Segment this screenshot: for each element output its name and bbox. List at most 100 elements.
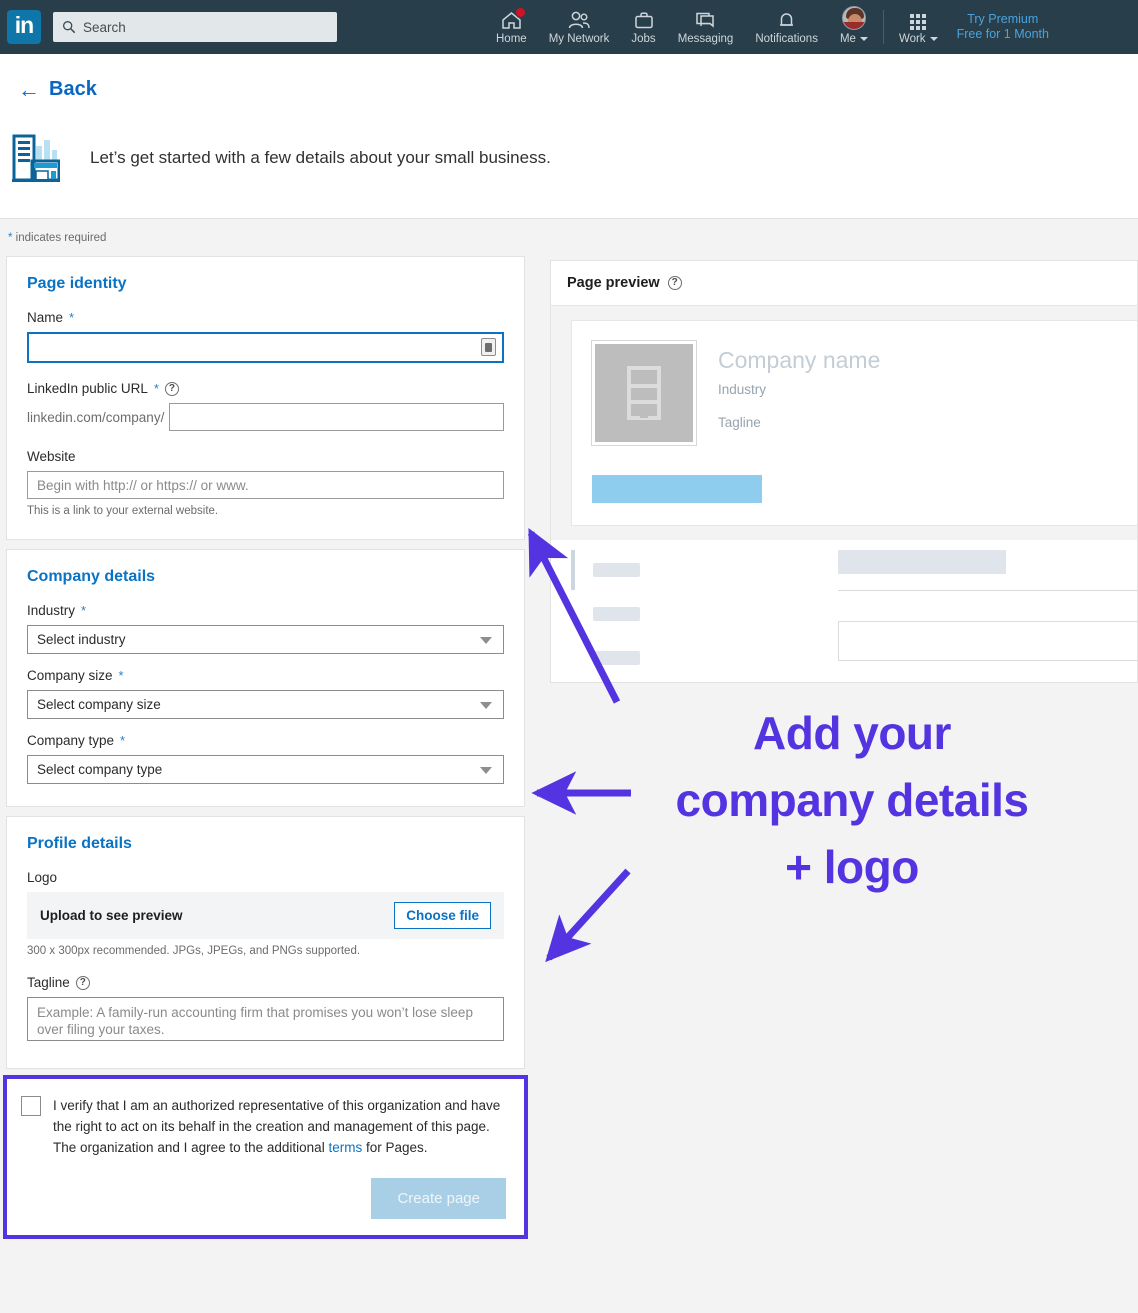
annotation-line-1: Add your <box>753 707 951 759</box>
name-label-text: Name <box>27 310 64 325</box>
chevron-down-icon <box>480 637 492 644</box>
people-icon <box>567 9 591 30</box>
preview-body: Company name Industry Tagline <box>551 306 1137 540</box>
intro-text: Let’s get started with a few details abo… <box>90 148 551 167</box>
nav-item-jobs[interactable]: Jobs <box>620 0 666 54</box>
page-header-band: ← Back Let’s get started with a few deta… <box>0 54 1138 219</box>
nav-divider <box>882 10 884 44</box>
help-icon[interactable]: ? <box>667 276 682 290</box>
url-prefix: linkedin.com/company/ <box>27 409 165 425</box>
nav-item-notifications[interactable]: Notifications <box>744 0 829 54</box>
nav-label-jobs: Jobs <box>631 33 656 45</box>
name-label: Name * <box>27 310 504 325</box>
profile-details-card: Profile details Logo Upload to see previ… <box>6 816 525 1069</box>
nav-label-notifications: Notifications <box>755 33 818 45</box>
tagline-label-text: Tagline <box>27 975 70 990</box>
public-url-label-text: LinkedIn public URL <box>27 381 148 396</box>
premium-line-2: Free for 1 Month <box>956 27 1049 41</box>
website-label-text: Website <box>27 449 76 464</box>
preview-header: Page preview ? <box>551 261 1137 306</box>
back-arrow-icon: ← <box>18 76 40 102</box>
search-box[interactable] <box>53 12 337 42</box>
skeleton-card <box>571 638 816 678</box>
search-input[interactable] <box>83 19 323 35</box>
page-identity-title: Page identity <box>27 275 127 292</box>
skeleton-bar <box>837 550 1006 574</box>
preview-company-card: Company name Industry Tagline <box>571 320 1137 526</box>
nav-item-home[interactable]: Home <box>485 0 538 54</box>
form-column: Page identity Name * LinkedIn public URL… <box>3 256 528 1239</box>
tagline-input[interactable] <box>27 997 504 1041</box>
linkedin-create-page-screen: in Home <box>0 0 1138 1313</box>
intro-row: Let’s get started with a few details abo… <box>12 132 551 184</box>
url-required-star: * <box>153 381 159 396</box>
verification-section: I verify that I am an authorized represe… <box>3 1075 528 1239</box>
annotation-text: Add your company details + logo <box>612 700 1092 901</box>
help-icon[interactable]: ? <box>75 975 90 990</box>
industry-label: Industry * <box>27 603 504 618</box>
skeleton-divider <box>837 590 1137 591</box>
preview-button-placeholder <box>592 475 762 503</box>
website-input[interactable] <box>27 471 504 499</box>
chevron-down-icon <box>480 767 492 774</box>
premium-line-1: Try Premium <box>967 12 1039 26</box>
industry-select[interactable]: Select industry <box>27 625 504 654</box>
nav-label-my-network: My Network <box>548 33 610 45</box>
logo-help-text: 300 x 300px recommended. JPGs, JPEGs, an… <box>27 945 361 957</box>
nav-label-home: Home <box>496 33 527 45</box>
annotation-line-2: company details <box>675 774 1029 826</box>
avatar <box>841 6 866 30</box>
nav-item-work[interactable]: Work <box>888 0 949 54</box>
skeleton-right-column <box>837 550 1137 682</box>
company-size-select[interactable]: Select company size <box>27 690 504 719</box>
company-size-label-text: Company size <box>27 668 113 683</box>
skeleton-card <box>571 550 816 590</box>
bell-icon <box>777 9 796 30</box>
preview-title: Page preview <box>567 275 660 291</box>
public-url-label: LinkedIn public URL * ? <box>27 381 504 396</box>
company-type-label: Company type * <box>27 733 504 748</box>
industry-required-star: * <box>81 603 87 618</box>
page-identity-card: Page identity Name * LinkedIn public URL… <box>6 256 525 540</box>
choose-file-button[interactable]: Choose file <box>394 902 491 929</box>
verification-checkbox[interactable] <box>21 1096 41 1116</box>
verification-text: I verify that I am an authorized represe… <box>53 1095 506 1158</box>
verification-text-part1: I verify that I am an authorized represe… <box>53 1098 501 1155</box>
company-size-select-value: Select company size <box>37 697 161 712</box>
preview-industry: Industry <box>718 382 767 397</box>
small-business-icon <box>12 134 60 182</box>
nav-item-me[interactable]: Me <box>829 0 879 54</box>
verification-text-part2: for Pages. <box>362 1140 428 1155</box>
create-page-button[interactable]: Create page <box>371 1178 506 1219</box>
briefcase-icon <box>634 9 654 30</box>
skeleton-white-card <box>837 621 1137 661</box>
nav-label-me: Me <box>839 33 856 45</box>
logo-label-text: Logo <box>27 870 58 885</box>
back-link[interactable]: ← Back <box>18 78 97 101</box>
preview-tagline: Tagline <box>718 415 761 430</box>
nav-item-messaging[interactable]: Messaging <box>667 0 745 54</box>
arrow-to-profile-details <box>545 868 631 963</box>
logo-label: Logo <box>27 870 504 885</box>
preview-logo-placeholder <box>592 341 696 445</box>
top-navigation-bar: in Home <box>0 0 1138 54</box>
linkedin-logo[interactable]: in <box>7 10 41 44</box>
company-size-label: Company size * <box>27 668 504 683</box>
terms-link[interactable]: terms <box>328 1140 362 1155</box>
skeleton-left-column <box>571 550 816 682</box>
type-required-star: * <box>120 733 126 748</box>
chevron-down-icon <box>859 37 868 41</box>
logo-upload-row: Upload to see preview Choose file <box>27 892 504 939</box>
nav-label-messaging: Messaging <box>677 33 734 45</box>
public-url-input[interactable] <box>169 403 504 431</box>
nav-item-my-network[interactable]: My Network <box>538 0 621 54</box>
autofill-contact-icon[interactable] <box>481 338 496 356</box>
try-premium-link[interactable]: Try Premium Free for 1 Month <box>957 12 1049 42</box>
name-input[interactable] <box>27 332 504 363</box>
required-note-text: indicates required <box>12 232 107 244</box>
company-type-select[interactable]: Select company type <box>27 755 504 784</box>
tagline-label: Tagline ? <box>27 975 504 990</box>
industry-select-value: Select industry <box>37 632 126 647</box>
help-icon[interactable]: ? <box>164 381 179 396</box>
building-icon <box>627 366 661 420</box>
